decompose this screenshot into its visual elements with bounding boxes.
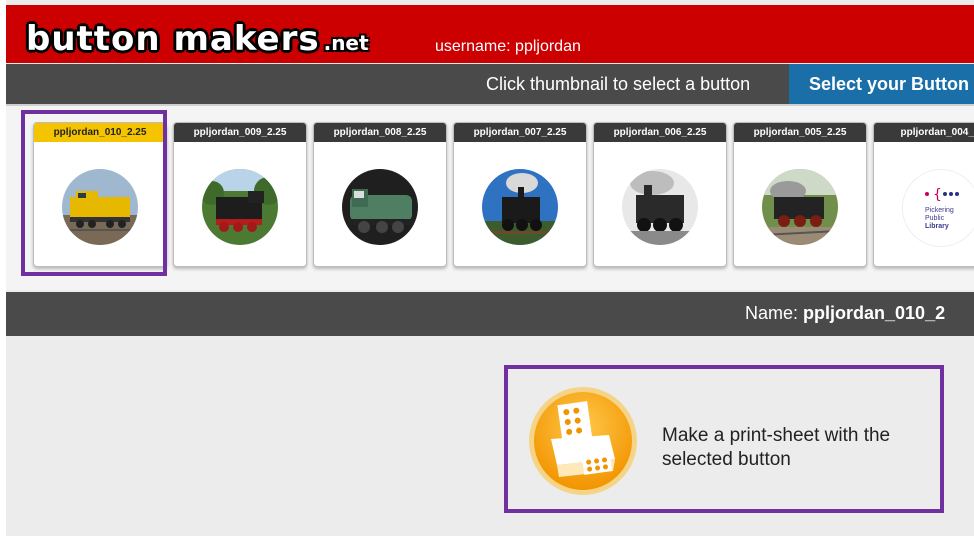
thumbnail-card[interactable]: ppljordan_007_2.25 xyxy=(453,122,587,267)
pickering-library-logo-image: { Pickering Public Library xyxy=(902,169,974,247)
black-steam-locomotive-image xyxy=(622,169,698,245)
name-value: ppljordan_010_2 xyxy=(803,303,946,323)
thumbnail-strip: ppljordan_010_2.25 ppljordan_009_2.25 pp… xyxy=(6,106,974,290)
site-logo[interactable]: button makers .net xyxy=(26,19,369,59)
thumbnail-label: ppljordan_009_2.25 xyxy=(174,123,306,142)
thumbnail-card[interactable]: ppljordan_006_2.25 xyxy=(593,122,727,267)
print-sheet-label[interactable]: Make a print-sheet with the selected but… xyxy=(662,424,942,472)
selected-thumbnail-highlight xyxy=(21,110,167,276)
svg-text:{: { xyxy=(933,187,942,203)
print-sheet-panel: Make a print-sheet with the selected but… xyxy=(504,365,944,513)
thumbnail-card[interactable]: ppljordan_005_2.25 xyxy=(733,122,867,267)
thumbnail-label: ppljordan_008_2.25 xyxy=(314,123,446,142)
name-prefix: Name: xyxy=(745,303,799,323)
thumbnail-card[interactable]: ppljordan_004_2 { Pickering Public Libra… xyxy=(873,122,974,267)
steam-locomotive-sky-image xyxy=(482,169,558,245)
logo-text: button makers xyxy=(26,19,320,59)
app-frame: button makers .net username: ppljordan C… xyxy=(6,0,974,536)
library-logo-line1: Pickering xyxy=(925,207,954,214)
thumbnail-card[interactable]: ppljordan_008_2.25 xyxy=(313,122,447,267)
thumbnail-label: ppljordan_005_2.25 xyxy=(734,123,866,142)
thumbnail-label: ppljordan_004_2 xyxy=(874,123,974,142)
green-tank-engine-image xyxy=(342,169,418,245)
site-header: button makers .net username: ppljordan xyxy=(6,5,974,63)
thumbnail-label: ppljordan_007_2.25 xyxy=(454,123,586,142)
printer-icon[interactable] xyxy=(527,385,639,497)
steam-locomotive-tracks-image xyxy=(762,169,838,245)
thumbnail-label: ppljordan_006_2.25 xyxy=(594,123,726,142)
steam-locomotive-forest-image xyxy=(202,169,278,245)
select-button[interactable]: Select your Button xyxy=(789,64,974,104)
library-logo-line3: Library xyxy=(925,223,949,230)
button-name: Name: ppljordan_010_2 xyxy=(745,303,945,324)
username-label: username: ppljordan xyxy=(435,38,581,55)
toolbar-hint: Click thumbnail to select a button xyxy=(486,74,751,94)
name-bar: Name: ppljordan_010_2 xyxy=(6,292,974,336)
thumbnail-card[interactable]: ppljordan_009_2.25 xyxy=(173,122,307,267)
library-logo-line2: Public xyxy=(925,215,945,222)
thumbnail-toolbar: Click thumbnail to select a button Selec… xyxy=(6,64,974,106)
logo-suffix: .net xyxy=(323,31,369,55)
